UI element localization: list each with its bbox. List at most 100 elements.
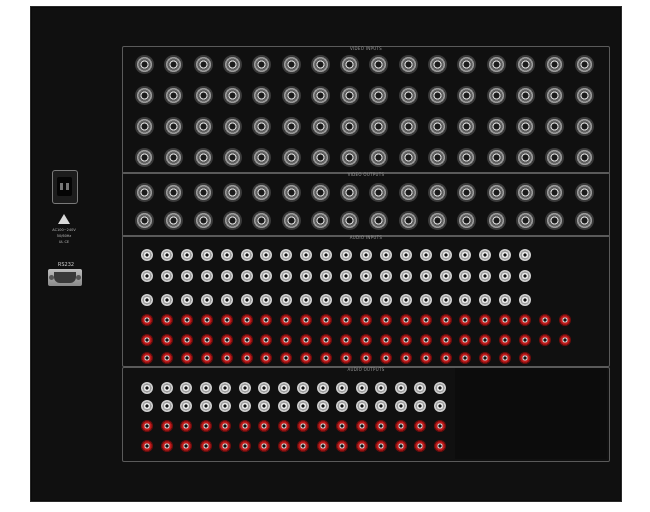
rca-jack[interactable] [201,294,213,306]
rca-jack[interactable] [200,440,212,452]
bnc-connector[interactable] [223,183,242,202]
bnc-connector[interactable] [457,183,476,202]
bnc-connector[interactable] [194,55,213,74]
bnc-connector[interactable] [194,148,213,167]
rca-jack[interactable] [440,314,452,326]
rca-jack[interactable] [300,314,312,326]
rca-jack[interactable] [260,314,272,326]
rca-jack[interactable] [221,334,233,346]
rca-jack[interactable] [340,270,352,282]
rca-jack[interactable] [300,249,312,261]
bnc-connector[interactable] [545,148,564,167]
rca-jack[interactable] [519,334,531,346]
bnc-connector[interactable] [194,211,213,230]
rca-jack[interactable] [161,420,173,432]
rca-jack[interactable] [375,382,387,394]
bnc-connector[interactable] [545,86,564,105]
bnc-connector[interactable] [369,211,388,230]
rca-jack[interactable] [297,400,309,412]
bnc-connector[interactable] [487,148,506,167]
rca-jack[interactable] [300,294,312,306]
rca-jack[interactable] [161,382,173,394]
rca-jack[interactable] [317,382,329,394]
rca-jack[interactable] [221,270,233,282]
rca-jack[interactable] [434,382,446,394]
rca-jack[interactable] [141,440,153,452]
rca-jack[interactable] [380,334,392,346]
bnc-connector[interactable] [575,183,594,202]
bnc-connector[interactable] [164,183,183,202]
bnc-connector[interactable] [340,55,359,74]
rca-jack[interactable] [161,314,173,326]
rca-jack[interactable] [241,270,253,282]
rs232-port[interactable] [48,269,82,286]
bnc-connector[interactable] [399,211,418,230]
rca-jack[interactable] [336,420,348,432]
rca-jack[interactable] [420,294,432,306]
bnc-connector[interactable] [340,211,359,230]
rca-jack[interactable] [280,352,292,364]
rca-jack[interactable] [360,270,372,282]
bnc-connector[interactable] [545,211,564,230]
rca-jack[interactable] [221,294,233,306]
bnc-connector[interactable] [252,148,271,167]
rca-jack[interactable] [200,382,212,394]
bnc-connector[interactable] [428,86,447,105]
bnc-connector[interactable] [194,117,213,136]
rca-jack[interactable] [141,420,153,432]
bnc-connector[interactable] [311,86,330,105]
rca-jack[interactable] [260,249,272,261]
rca-jack[interactable] [219,420,231,432]
bnc-connector[interactable] [282,148,301,167]
rca-jack[interactable] [161,294,173,306]
bnc-connector[interactable] [135,183,154,202]
rca-jack[interactable] [395,382,407,394]
bnc-connector[interactable] [164,86,183,105]
bnc-connector[interactable] [457,117,476,136]
rca-jack[interactable] [320,352,332,364]
rca-jack[interactable] [280,314,292,326]
rca-jack[interactable] [380,294,392,306]
bnc-connector[interactable] [282,86,301,105]
rca-jack[interactable] [420,270,432,282]
rca-jack[interactable] [440,249,452,261]
bnc-connector[interactable] [194,86,213,105]
bnc-connector[interactable] [399,183,418,202]
rca-jack[interactable] [519,294,531,306]
bnc-connector[interactable] [457,86,476,105]
bnc-connector[interactable] [487,183,506,202]
rca-jack[interactable] [239,420,251,432]
rca-jack[interactable] [239,382,251,394]
rca-jack[interactable] [420,249,432,261]
rca-jack[interactable] [400,314,412,326]
bnc-connector[interactable] [223,117,242,136]
bnc-connector[interactable] [282,117,301,136]
bnc-connector[interactable] [399,86,418,105]
bnc-connector[interactable] [399,117,418,136]
bnc-connector[interactable] [252,117,271,136]
bnc-connector[interactable] [428,55,447,74]
bnc-connector[interactable] [545,183,564,202]
rca-jack[interactable] [201,334,213,346]
rca-jack[interactable] [459,334,471,346]
rca-jack[interactable] [258,400,270,412]
bnc-connector[interactable] [516,117,535,136]
rca-jack[interactable] [219,382,231,394]
rca-jack[interactable] [201,352,213,364]
rca-jack[interactable] [414,440,426,452]
rca-jack[interactable] [499,270,511,282]
rca-jack[interactable] [260,334,272,346]
rca-jack[interactable] [141,314,153,326]
rca-jack[interactable] [297,382,309,394]
rca-jack[interactable] [400,249,412,261]
bnc-connector[interactable] [340,148,359,167]
rca-jack[interactable] [360,314,372,326]
rca-jack[interactable] [180,440,192,452]
rca-jack[interactable] [181,270,193,282]
rca-jack[interactable] [479,249,491,261]
bnc-connector[interactable] [164,55,183,74]
rca-jack[interactable] [400,352,412,364]
rca-jack[interactable] [459,294,471,306]
rca-jack[interactable] [181,249,193,261]
rca-jack[interactable] [320,294,332,306]
